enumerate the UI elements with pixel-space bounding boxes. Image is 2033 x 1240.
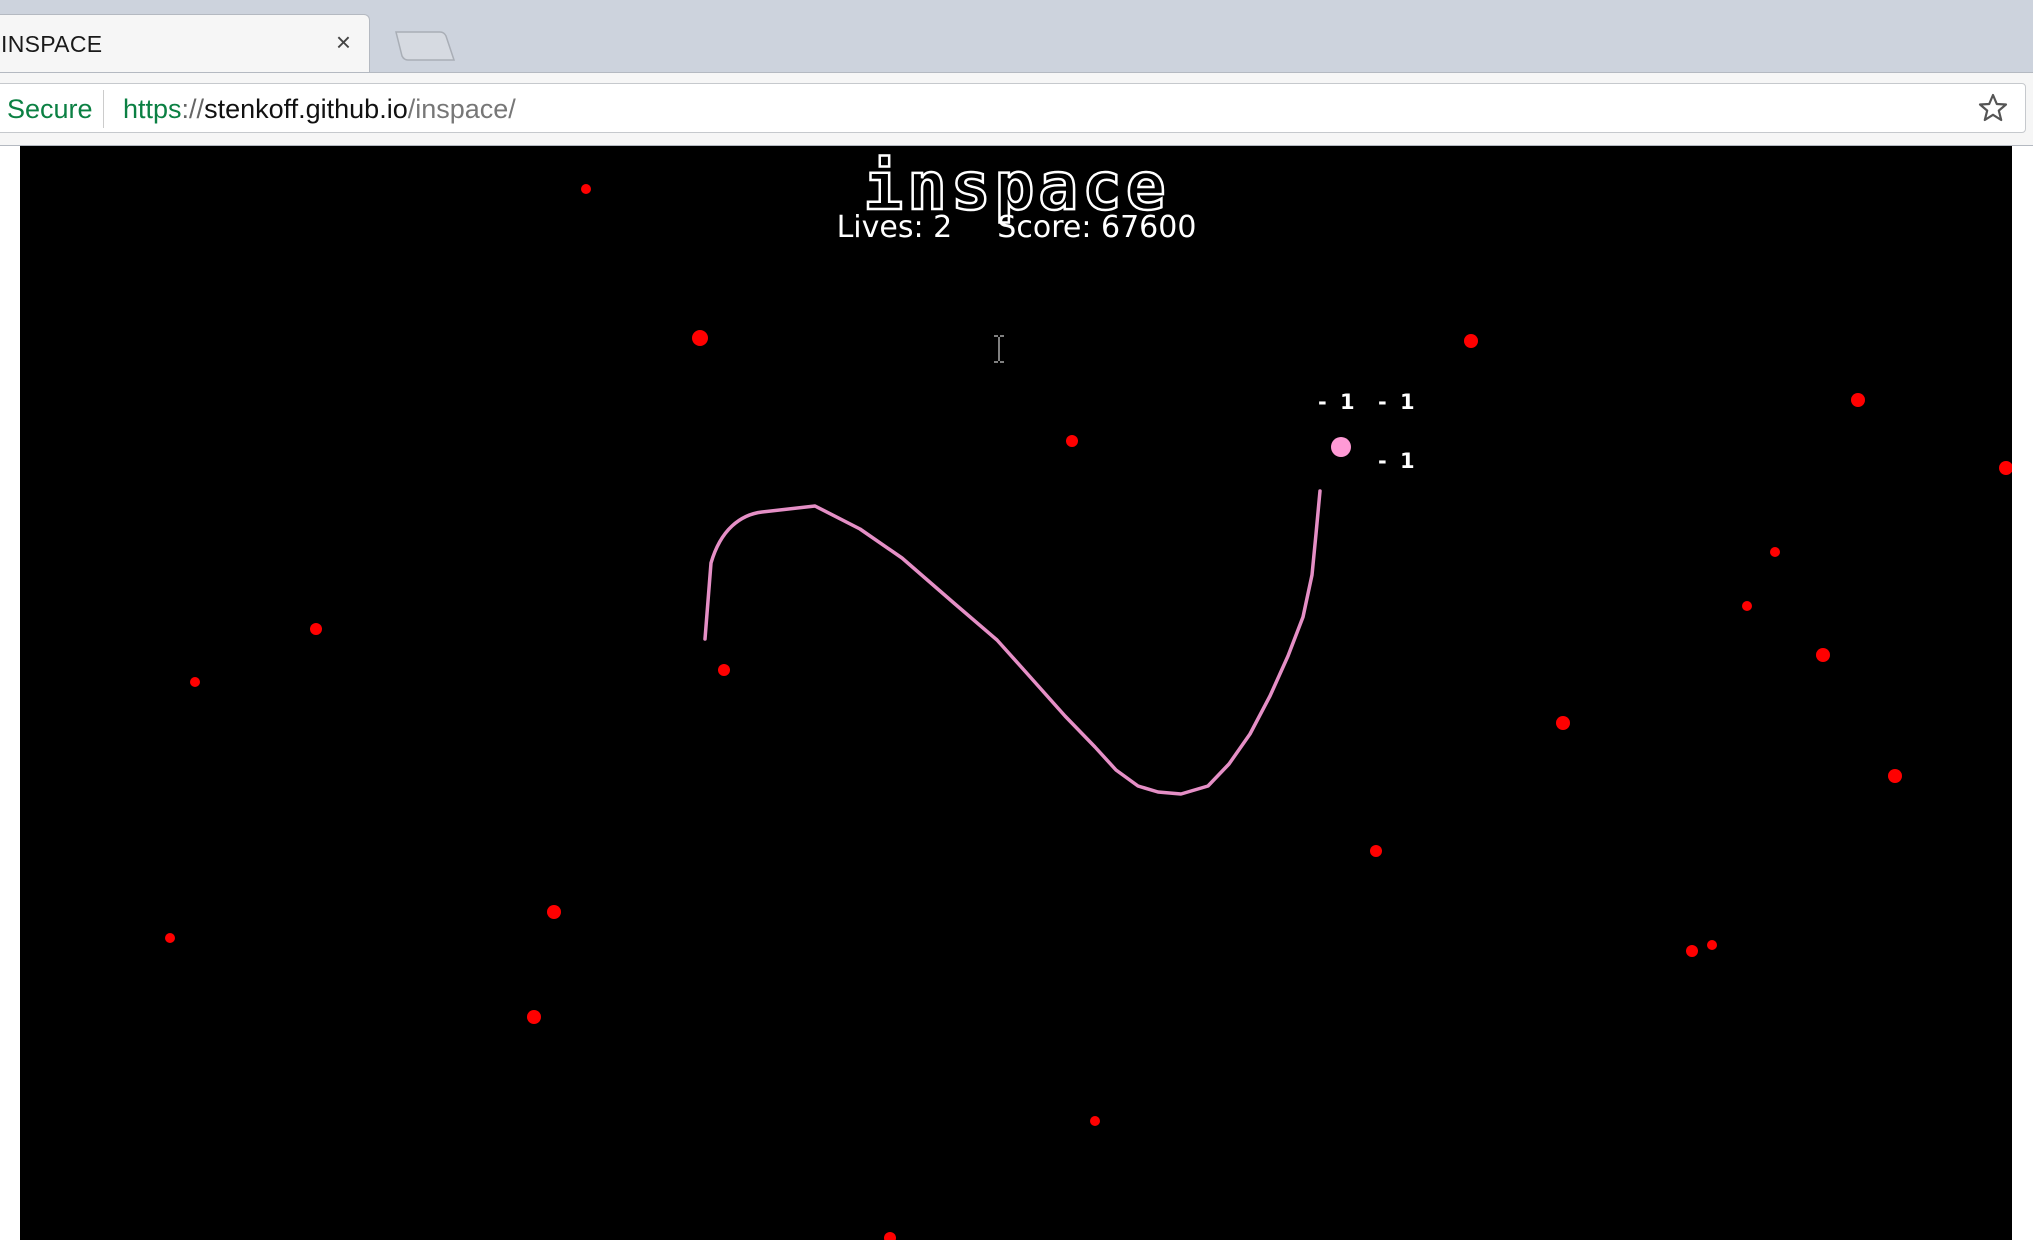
game-field [165,184,2012,1240]
asteroid-dots [165,184,2012,1240]
red-dot [1464,334,1478,348]
red-dot [190,677,200,687]
close-icon[interactable]: × [336,27,351,58]
url-host: stenkoff.github.io [204,94,408,124]
red-dot [1556,716,1570,730]
red-dot [1066,435,1078,447]
new-tab-icon[interactable] [392,30,456,62]
red-dot [1707,940,1717,950]
red-dot [527,1010,541,1024]
red-dot [1999,461,2012,475]
red-dot [1742,601,1752,611]
address-bar[interactable]: Secure https://stenkoff.github.io/inspac… [0,83,2026,133]
red-dot [310,623,322,635]
red-dot [1816,648,1830,662]
url-path: /inspace/ [407,94,516,124]
red-dot [1888,769,1902,783]
red-dot [1770,547,1780,557]
red-dot [1851,393,1865,407]
red-dot [547,905,561,919]
red-dot [1370,845,1382,857]
tab-title: INSPACE [1,31,103,57]
tab-strip: INSPACE × [0,0,2033,72]
player-ship [1331,437,1351,457]
red-dot [884,1232,896,1240]
secure-indicator[interactable]: Secure [7,94,93,125]
browser-tab[interactable]: INSPACE × [0,14,370,72]
red-dot [692,330,708,346]
game-canvas[interactable]: - 1 - 1 - 1 [20,146,2012,1240]
omnibox-divider [103,90,104,128]
url-separator: :// [181,94,205,124]
text-cursor-icon [994,334,1004,364]
url-text[interactable]: https://stenkoff.github.io/inspace/ [123,94,516,125]
player-trail [703,489,1322,796]
score-popup: - 1 [1378,390,1418,414]
red-dot [1686,945,1698,957]
red-dot [165,933,175,943]
star-icon[interactable] [1977,92,2009,124]
score-popup: - 1 [1378,449,1418,473]
red-dot [581,184,591,194]
red-dot [718,664,730,676]
url-scheme: https [123,94,182,124]
page-viewport: - 1 - 1 - 1 inspace Lives: 2 Score: 6760… [0,146,2033,1240]
browser-toolbar: Secure https://stenkoff.github.io/inspac… [0,72,2033,146]
red-dot [1090,1116,1100,1126]
score-popup: - 1 [1318,390,1358,414]
